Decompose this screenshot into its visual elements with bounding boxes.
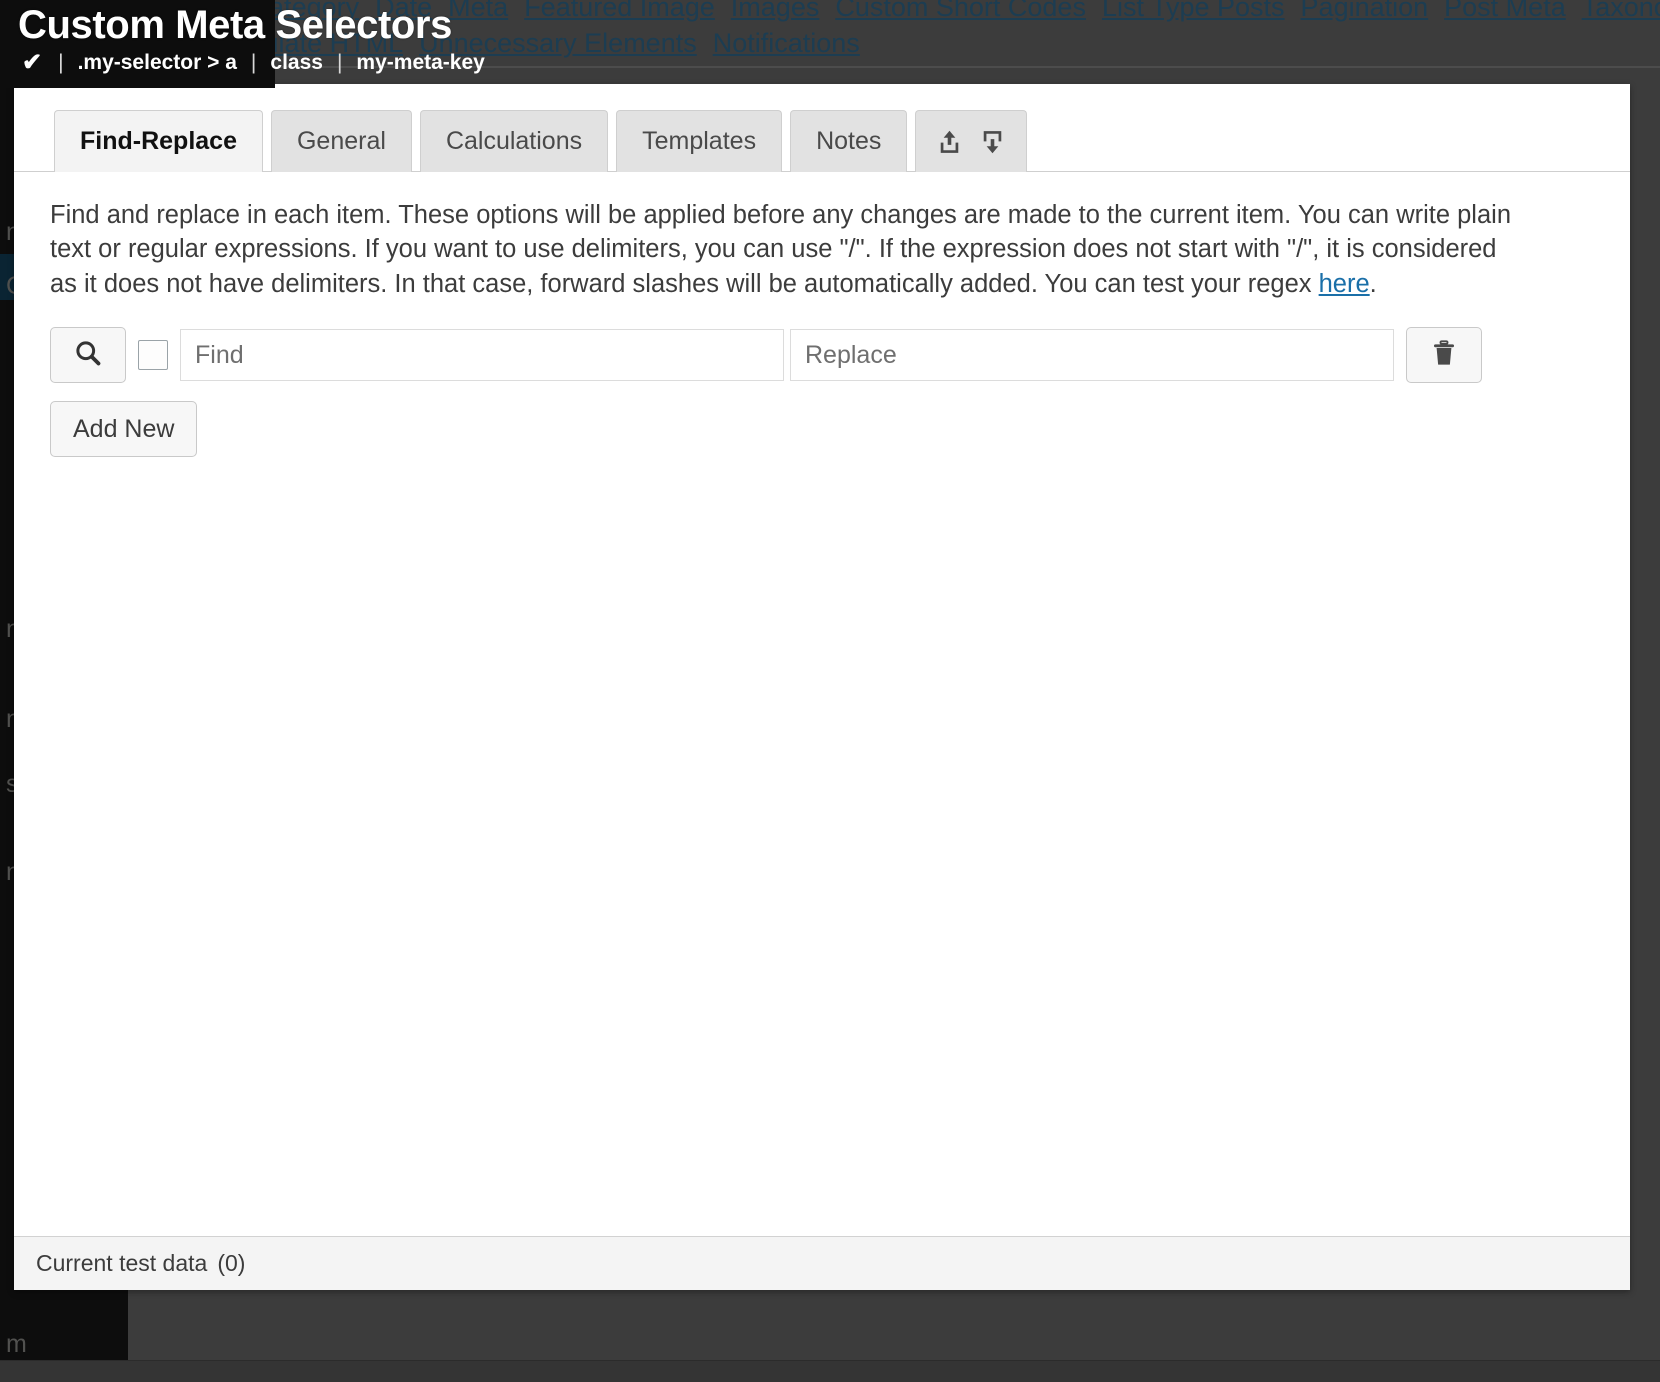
status-bar: Current test data (0): [14, 1236, 1630, 1290]
add-new-button[interactable]: Add New: [50, 401, 198, 458]
background-nav-link[interactable]: Taxonomy: [1582, 0, 1660, 22]
tab-import-export[interactable]: [915, 110, 1028, 172]
replace-input[interactable]: [790, 329, 1394, 382]
background-nav-link[interactable]: Pagination: [1301, 0, 1429, 22]
find-replace-row: [50, 327, 1594, 384]
panel-description: Find and replace in each item. These opt…: [50, 198, 1530, 301]
background-nav-link[interactable]: Meta: [448, 0, 508, 22]
page-title: Custom Meta Selectors: [18, 3, 452, 47]
description-text-2: .: [1369, 269, 1377, 298]
download-icon[interactable]: [979, 128, 1006, 156]
search-icon: [73, 338, 103, 373]
find-replace-panel: Find and replace in each item. These opt…: [14, 172, 1630, 1236]
panel-scrollbar[interactable]: [1622, 172, 1630, 1236]
background-nav-link[interactable]: List Type Posts: [1102, 0, 1285, 22]
selector-value: .my-selector > a: [77, 50, 237, 74]
trash-icon: [1429, 338, 1459, 373]
status-label: Current test data: [36, 1250, 208, 1276]
background-nav-link[interactable]: Custom Short Codes: [835, 0, 1086, 22]
custom-meta-selectors-dialog: Find-Replace General Calculations Templa…: [14, 84, 1630, 1290]
background-sidebar-fragment: m: [6, 1330, 28, 1358]
check-icon: ✔: [22, 49, 43, 76]
tab-notes[interactable]: Notes: [790, 110, 908, 172]
delete-row-button[interactable]: [1406, 327, 1482, 384]
upload-icon[interactable]: [936, 128, 963, 156]
tab-find-replace[interactable]: Find-Replace: [54, 110, 263, 172]
selector-summary-bar: ✔ | .my-selector > a | class | my-meta-k…: [22, 48, 485, 77]
background-nav-link[interactable]: Featured Image: [524, 0, 715, 22]
tab-calculations[interactable]: Calculations: [419, 110, 609, 172]
separator-2: |: [250, 50, 257, 74]
separator-1: |: [58, 50, 64, 74]
background-nav-link[interactable]: Notifications: [713, 28, 860, 58]
status-count: (0): [217, 1250, 246, 1276]
regex-checkbox[interactable]: [138, 340, 168, 371]
tab-bar: Find-Replace General Calculations Templa…: [14, 84, 1630, 172]
tab-templates[interactable]: Templates: [616, 110, 783, 172]
attribute-value: class: [270, 50, 323, 74]
search-button[interactable]: [50, 327, 126, 384]
tab-general[interactable]: General: [270, 110, 412, 172]
description-text-1: Find and replace in each item. These opt…: [50, 201, 1511, 298]
find-input[interactable]: [180, 329, 784, 382]
separator-3: |: [336, 50, 343, 74]
meta-key-value: my-meta-key: [356, 50, 485, 74]
regex-test-link[interactable]: here: [1319, 270, 1370, 298]
background-nav-link[interactable]: Images: [731, 0, 820, 22]
background-bottom-bar: [0, 1360, 1660, 1382]
background-nav-link[interactable]: Post Meta: [1444, 0, 1566, 22]
